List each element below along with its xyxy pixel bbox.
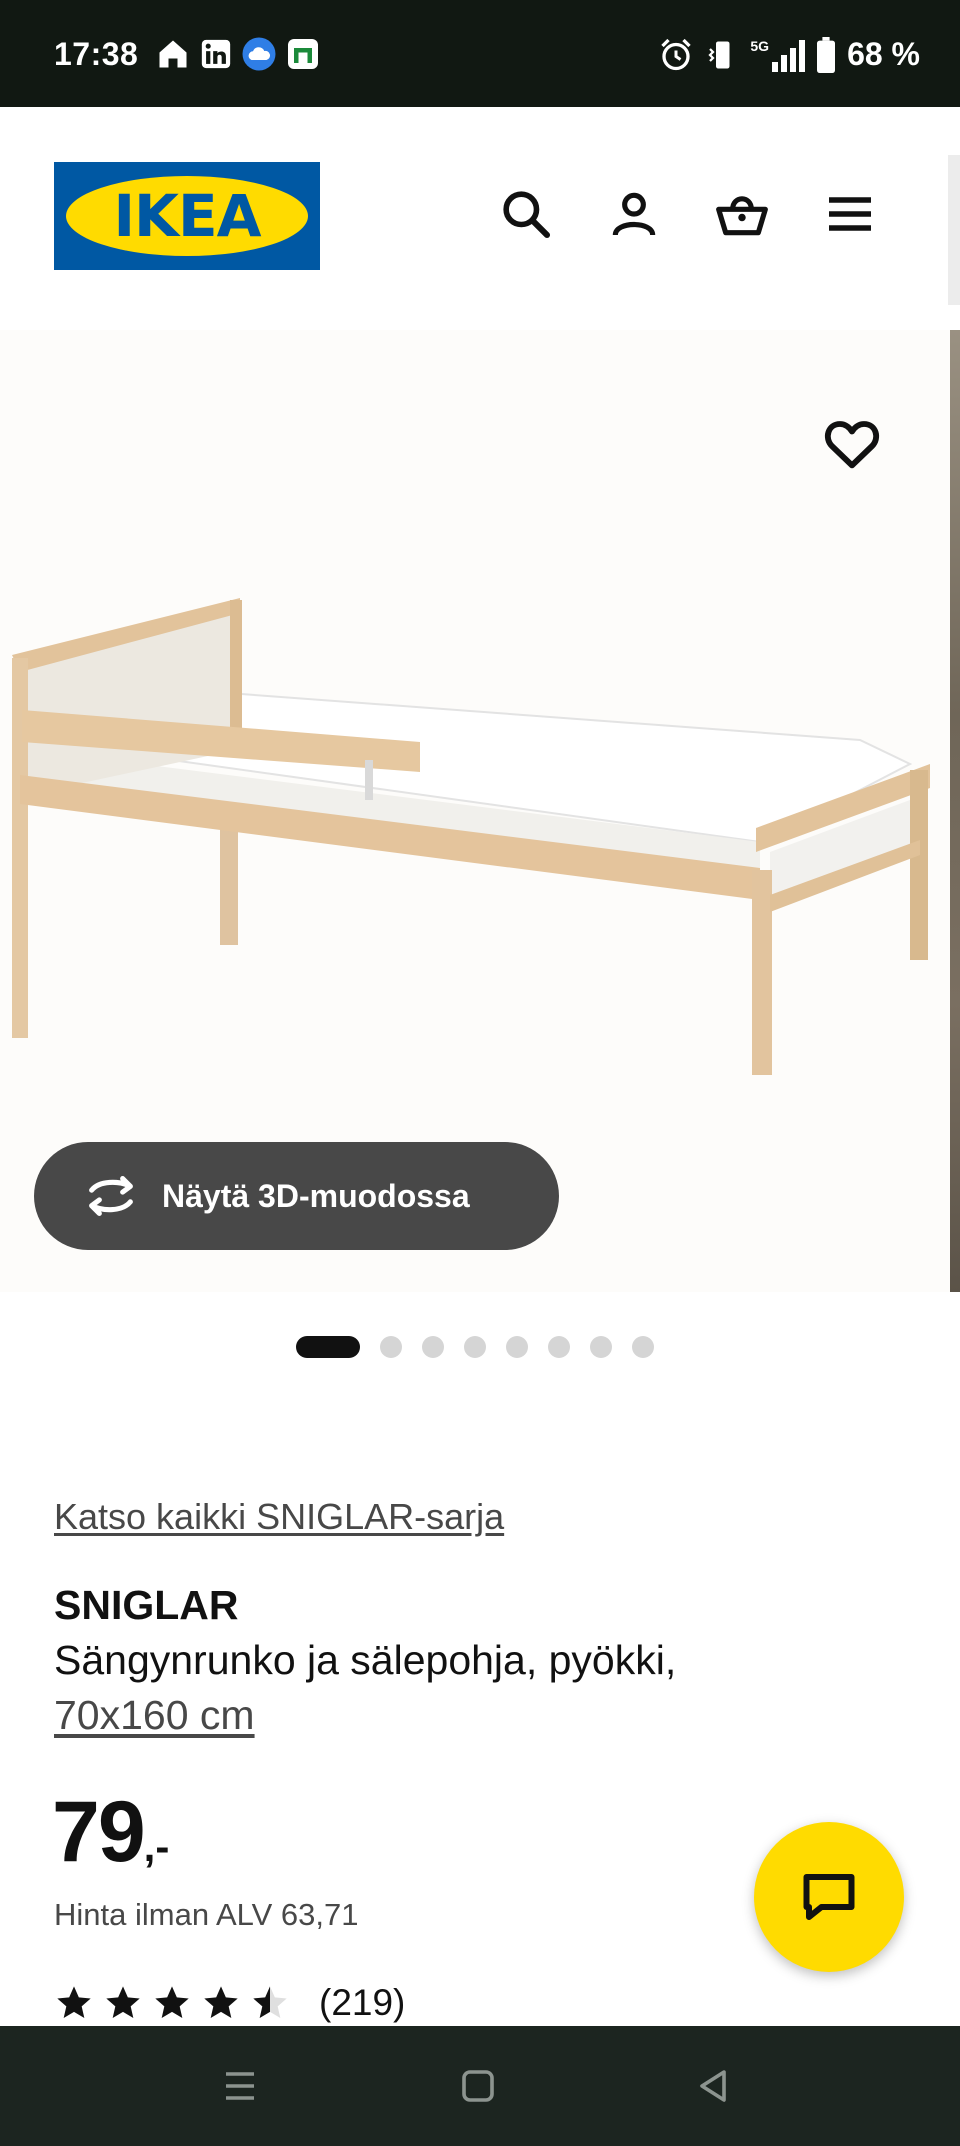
rating-count: (219) (319, 1982, 406, 2023)
carousel-dot[interactable] (464, 1336, 486, 1358)
battery-icon (817, 36, 836, 73)
carousel-dots (296, 1336, 654, 1358)
menu-icon[interactable] (822, 186, 878, 242)
logo-oval: IKEA (66, 176, 308, 256)
chat-icon (803, 1874, 855, 1920)
scrollbar-track[interactable] (948, 155, 960, 305)
price-decimal: ,- (143, 1823, 170, 1870)
network-label: 5G (750, 37, 770, 54)
series-link[interactable]: Katso kaikki SNIGLAR-sarja (54, 1496, 504, 1538)
product-size-link[interactable]: 70x160 cm (54, 1692, 255, 1739)
system-nav-bar (0, 2026, 960, 2146)
carousel-dot[interactable] (632, 1336, 654, 1358)
carousel-dot[interactable] (380, 1336, 402, 1358)
account-icon[interactable] (606, 186, 662, 242)
chat-button[interactable] (754, 1822, 904, 1972)
star-full-icon (204, 1986, 238, 2018)
recent-apps-icon[interactable] (216, 2062, 264, 2110)
next-slide-peek[interactable] (950, 330, 960, 1292)
status-left-icons (155, 36, 321, 72)
price-excl-vat: Hinta ilman ALV 63,71 (54, 1897, 359, 1932)
ikea-logo[interactable]: IKEA (54, 162, 320, 270)
status-time: 17:38 (54, 36, 139, 72)
status-right-icons: 5G 68 % (658, 36, 920, 73)
rating[interactable]: (219) (54, 1982, 405, 2024)
view-3d-button[interactable]: Näytä 3D-muodossa (34, 1142, 559, 1250)
carousel-dot[interactable] (422, 1336, 444, 1358)
star-full-icon (106, 1986, 140, 2018)
carousel-dot[interactable] (548, 1336, 570, 1358)
alarm-icon (661, 38, 692, 70)
home-icon (159, 40, 187, 68)
weather-icon (242, 37, 276, 71)
vibrate-icon (708, 41, 730, 68)
price-integer: 79 (52, 1784, 146, 1880)
carousel-dot[interactable] (506, 1336, 528, 1358)
product-name: SNIGLAR (54, 1582, 239, 1628)
cart-icon[interactable] (714, 186, 770, 242)
star-full-icon (155, 1986, 189, 2018)
logo-text: IKEA (113, 182, 261, 250)
star-half-icon (253, 1986, 287, 2018)
battery-percentage: 68 % (847, 36, 920, 72)
back-icon[interactable] (690, 2062, 738, 2110)
home-button-icon[interactable] (454, 2062, 502, 2110)
search-icon[interactable] (498, 186, 554, 242)
calendar-app-icon (288, 39, 318, 69)
status-bar: 17:38 5G 68 % (0, 0, 960, 107)
rotate-3d-icon (89, 1176, 133, 1216)
carousel-dot[interactable] (590, 1336, 612, 1358)
linkedin-icon (201, 39, 231, 69)
product-price: 79,- (52, 1783, 169, 1882)
signal-5g-icon: 5G (750, 37, 806, 72)
product-description: Sängynrunko ja sälepohja, pyökki, (54, 1637, 677, 1683)
view-3d-label: Näytä 3D-muodossa (162, 1177, 470, 1214)
carousel-dot-active[interactable] (296, 1336, 360, 1358)
star-full-icon (57, 1986, 91, 2018)
heart-icon[interactable] (820, 412, 884, 476)
